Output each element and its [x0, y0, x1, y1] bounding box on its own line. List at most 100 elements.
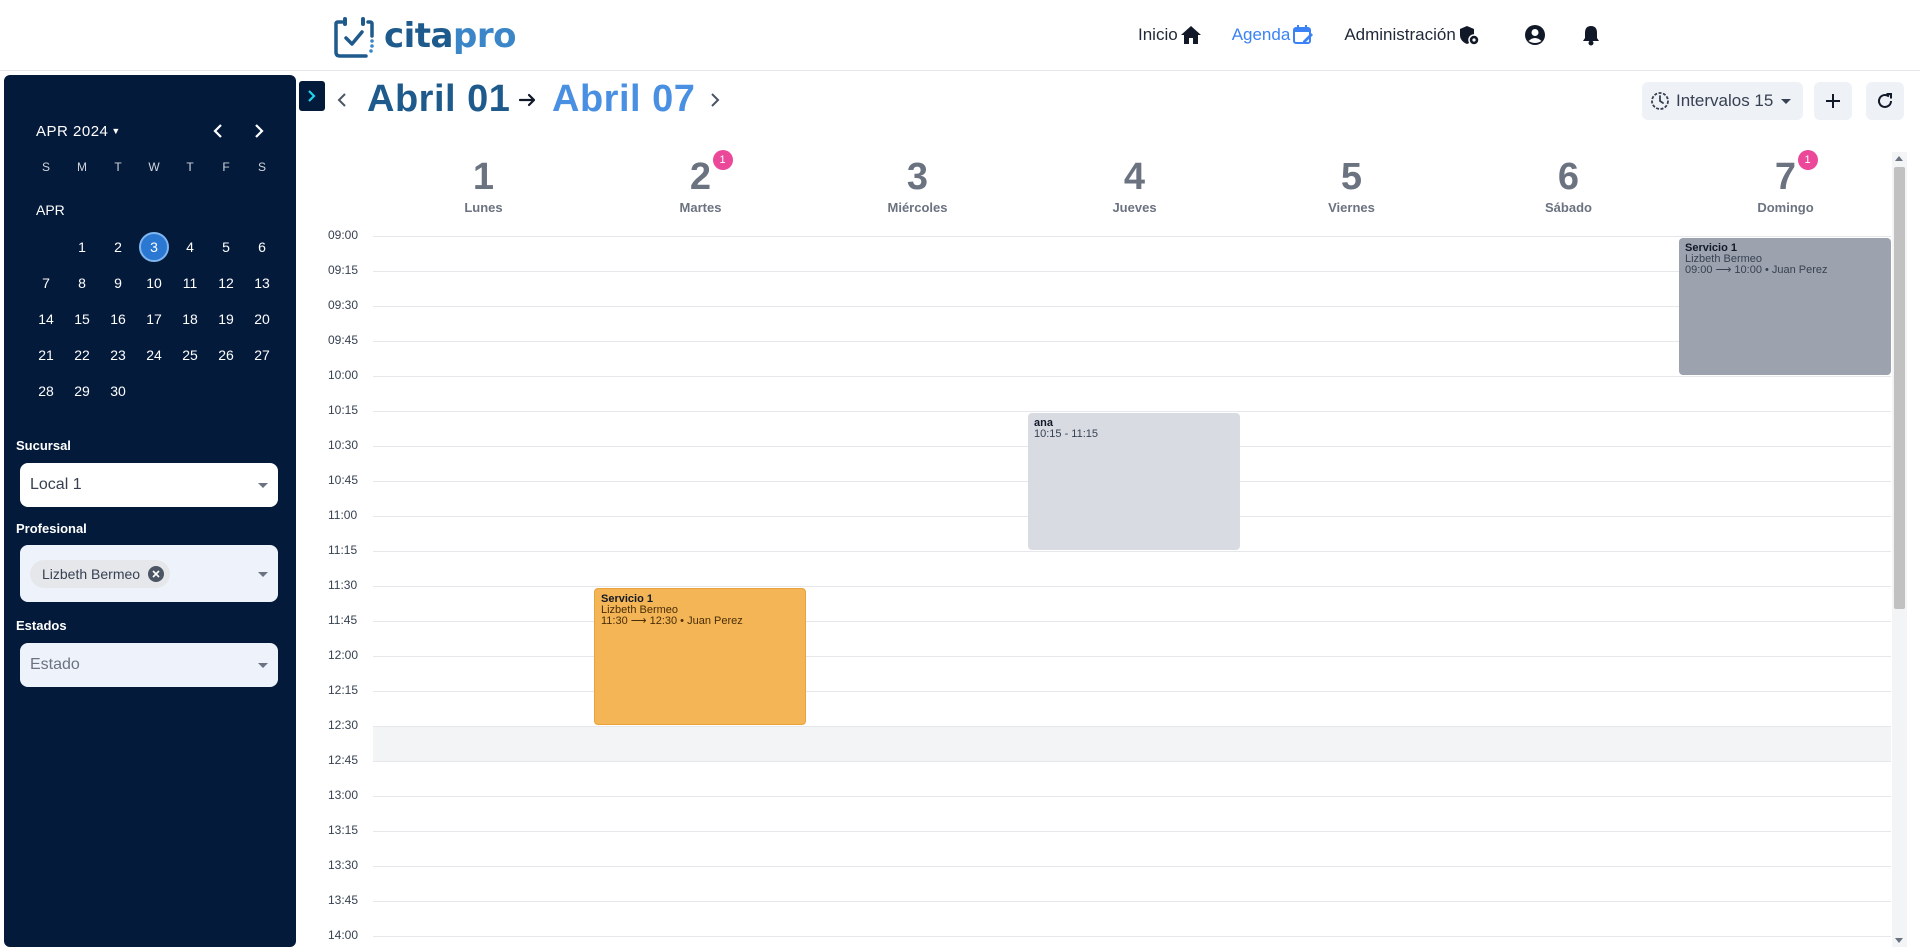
mini-day[interactable]: 18 — [172, 301, 208, 337]
appointment-event[interactable]: Servicio 1 Lizbeth Bermeo 09:00 ⟶ 10:00 • … — [1679, 238, 1891, 375]
profile-button[interactable] — [1522, 22, 1548, 48]
day-number: 6 — [1557, 156, 1580, 198]
grid-line — [373, 936, 1891, 937]
nav-inicio[interactable]: Inicio — [1138, 25, 1202, 45]
mini-day[interactable]: 17 — [136, 301, 172, 337]
day-header[interactable]: 4 Jueves — [1026, 150, 1243, 220]
time-label: 09:00 — [328, 228, 359, 242]
sidebar-toggle-button[interactable] — [299, 81, 325, 111]
mini-day-number: 12 — [218, 275, 234, 291]
mini-day[interactable]: 14 — [28, 301, 64, 337]
estados-select[interactable]: Estado — [20, 643, 278, 687]
refresh-icon — [1878, 93, 1892, 108]
mini-day[interactable]: 5 — [208, 229, 244, 265]
appointment-event[interactable]: Servicio 1 Lizbeth Bermeo 11:30 ⟶ 12:30 • … — [594, 588, 806, 725]
mini-calendar-next-button[interactable] — [247, 119, 271, 143]
range-next-button[interactable] — [706, 88, 724, 112]
mini-day[interactable]: 22 — [64, 337, 100, 373]
calendar-scrollbar[interactable] — [1892, 152, 1907, 947]
mini-day[interactable]: 21 — [28, 337, 64, 373]
mini-day[interactable]: 11 — [172, 265, 208, 301]
grid-line — [373, 341, 1891, 342]
mini-calendar-caret-icon[interactable]: ▼ — [111, 126, 120, 136]
scroll-up-icon[interactable] — [1895, 156, 1903, 161]
day-header[interactable]: 7 Domingo 1 — [1677, 150, 1894, 220]
scroll-thumb[interactable] — [1894, 167, 1905, 609]
mini-day[interactable]: 9 — [100, 265, 136, 301]
nav-administracion-label: Administración — [1344, 25, 1456, 44]
estados-placeholder: Estado — [30, 656, 80, 673]
sucursal-select[interactable]: Local 1 — [20, 463, 278, 507]
day-header[interactable]: 6 Sábado — [1460, 150, 1677, 220]
weekday-label: T — [186, 160, 194, 174]
mini-day[interactable]: 16 — [100, 301, 136, 337]
mini-day[interactable]: 13 — [244, 265, 280, 301]
calendar-edit-icon — [1293, 25, 1314, 44]
arrow-right-icon — [518, 93, 536, 107]
mini-day[interactable]: 30 — [100, 373, 136, 409]
mini-day[interactable]: 28 — [28, 373, 64, 409]
grid-line — [373, 586, 1891, 587]
grid-line — [373, 411, 1891, 412]
mini-day[interactable]: 27 — [244, 337, 280, 373]
mini-day-number: 15 — [74, 311, 90, 327]
range-prev-button[interactable] — [333, 88, 351, 112]
mini-day[interactable]: 6 — [244, 229, 280, 265]
mini-day[interactable]: 10 — [136, 265, 172, 301]
day-name: Domingo — [1757, 200, 1814, 215]
logo-text-cita: cita — [384, 16, 454, 56]
mini-day[interactable]: 8 — [64, 265, 100, 301]
event-time: 11:30 ⟶ 12:30 • Juan Perez — [601, 615, 743, 627]
mini-day[interactable]: 4 — [172, 229, 208, 265]
mini-day[interactable]: 25 — [172, 337, 208, 373]
day-number: 1 — [472, 156, 495, 198]
mini-day[interactable]: 2 — [100, 229, 136, 265]
mini-day-number: 23 — [110, 347, 126, 363]
range-end-date: Abril 07 — [552, 78, 696, 120]
time-label: 13:45 — [328, 893, 359, 907]
notifications-button[interactable] — [1578, 22, 1604, 48]
mini-day[interactable]: 26 — [208, 337, 244, 373]
nav-agenda[interactable]: Agenda — [1232, 24, 1315, 46]
mini-day[interactable]: 15 — [64, 301, 100, 337]
day-header[interactable]: 3 Miércoles — [809, 150, 1026, 220]
add-appointment-button[interactable] — [1814, 82, 1852, 120]
mini-day[interactable]: 23 — [100, 337, 136, 373]
mini-day[interactable]: 7 — [28, 265, 64, 301]
mini-day[interactable]: 19 — [208, 301, 244, 337]
mini-calendar-title[interactable]: APR 2024 — [36, 123, 108, 140]
plus-icon — [1826, 94, 1840, 108]
citapro-logo[interactable]: citapro — [334, 13, 516, 59]
nav-administracion[interactable]: Administración — [1344, 24, 1480, 46]
day-header[interactable]: 2 Martes 1 — [592, 150, 809, 220]
mini-day-selected[interactable]: 3 — [136, 229, 172, 265]
mini-calendar-header: APR 2024 ▼ — [36, 117, 276, 145]
mini-day[interactable]: 24 — [136, 337, 172, 373]
day-header[interactable]: 5 Viernes — [1243, 150, 1460, 220]
mini-day[interactable]: 29 — [64, 373, 100, 409]
time-label: 11:00 — [328, 508, 358, 522]
interval-dropdown[interactable]: Intervalos 15 — [1642, 82, 1803, 120]
estados-label: Estados — [16, 618, 67, 633]
mini-day[interactable]: 20 — [244, 301, 280, 337]
mini-day-number: 4 — [186, 239, 194, 255]
profesional-select[interactable]: Lizbeth Bermeo — [20, 545, 278, 602]
day-header[interactable]: 1 Lunes — [375, 150, 592, 220]
time-label: 10:45 — [328, 473, 359, 487]
mini-calendar-prev-button[interactable] — [206, 119, 230, 143]
mini-day[interactable]: 1 — [64, 229, 100, 265]
time-label: 13:30 — [328, 858, 359, 872]
grid-line — [373, 551, 1891, 552]
chip-remove-button[interactable] — [148, 565, 165, 582]
app-root: citapro Inicio Agenda Administración APR… — [0, 0, 1920, 952]
scroll-down-icon[interactable] — [1895, 938, 1903, 943]
mini-day[interactable]: 12 — [208, 265, 244, 301]
time-label: 12:45 — [328, 753, 359, 767]
appointment-event[interactable]: ana 10:15 - 11:15 — [1028, 413, 1240, 550]
mini-day-empty — [244, 373, 280, 409]
mini-calendar-weekdays: SMTWTFS — [28, 160, 280, 174]
sucursal-caret-icon — [258, 483, 268, 488]
shield-admin-icon — [1459, 26, 1480, 46]
refresh-button[interactable] — [1866, 82, 1904, 120]
weekday-label: W — [148, 160, 160, 174]
